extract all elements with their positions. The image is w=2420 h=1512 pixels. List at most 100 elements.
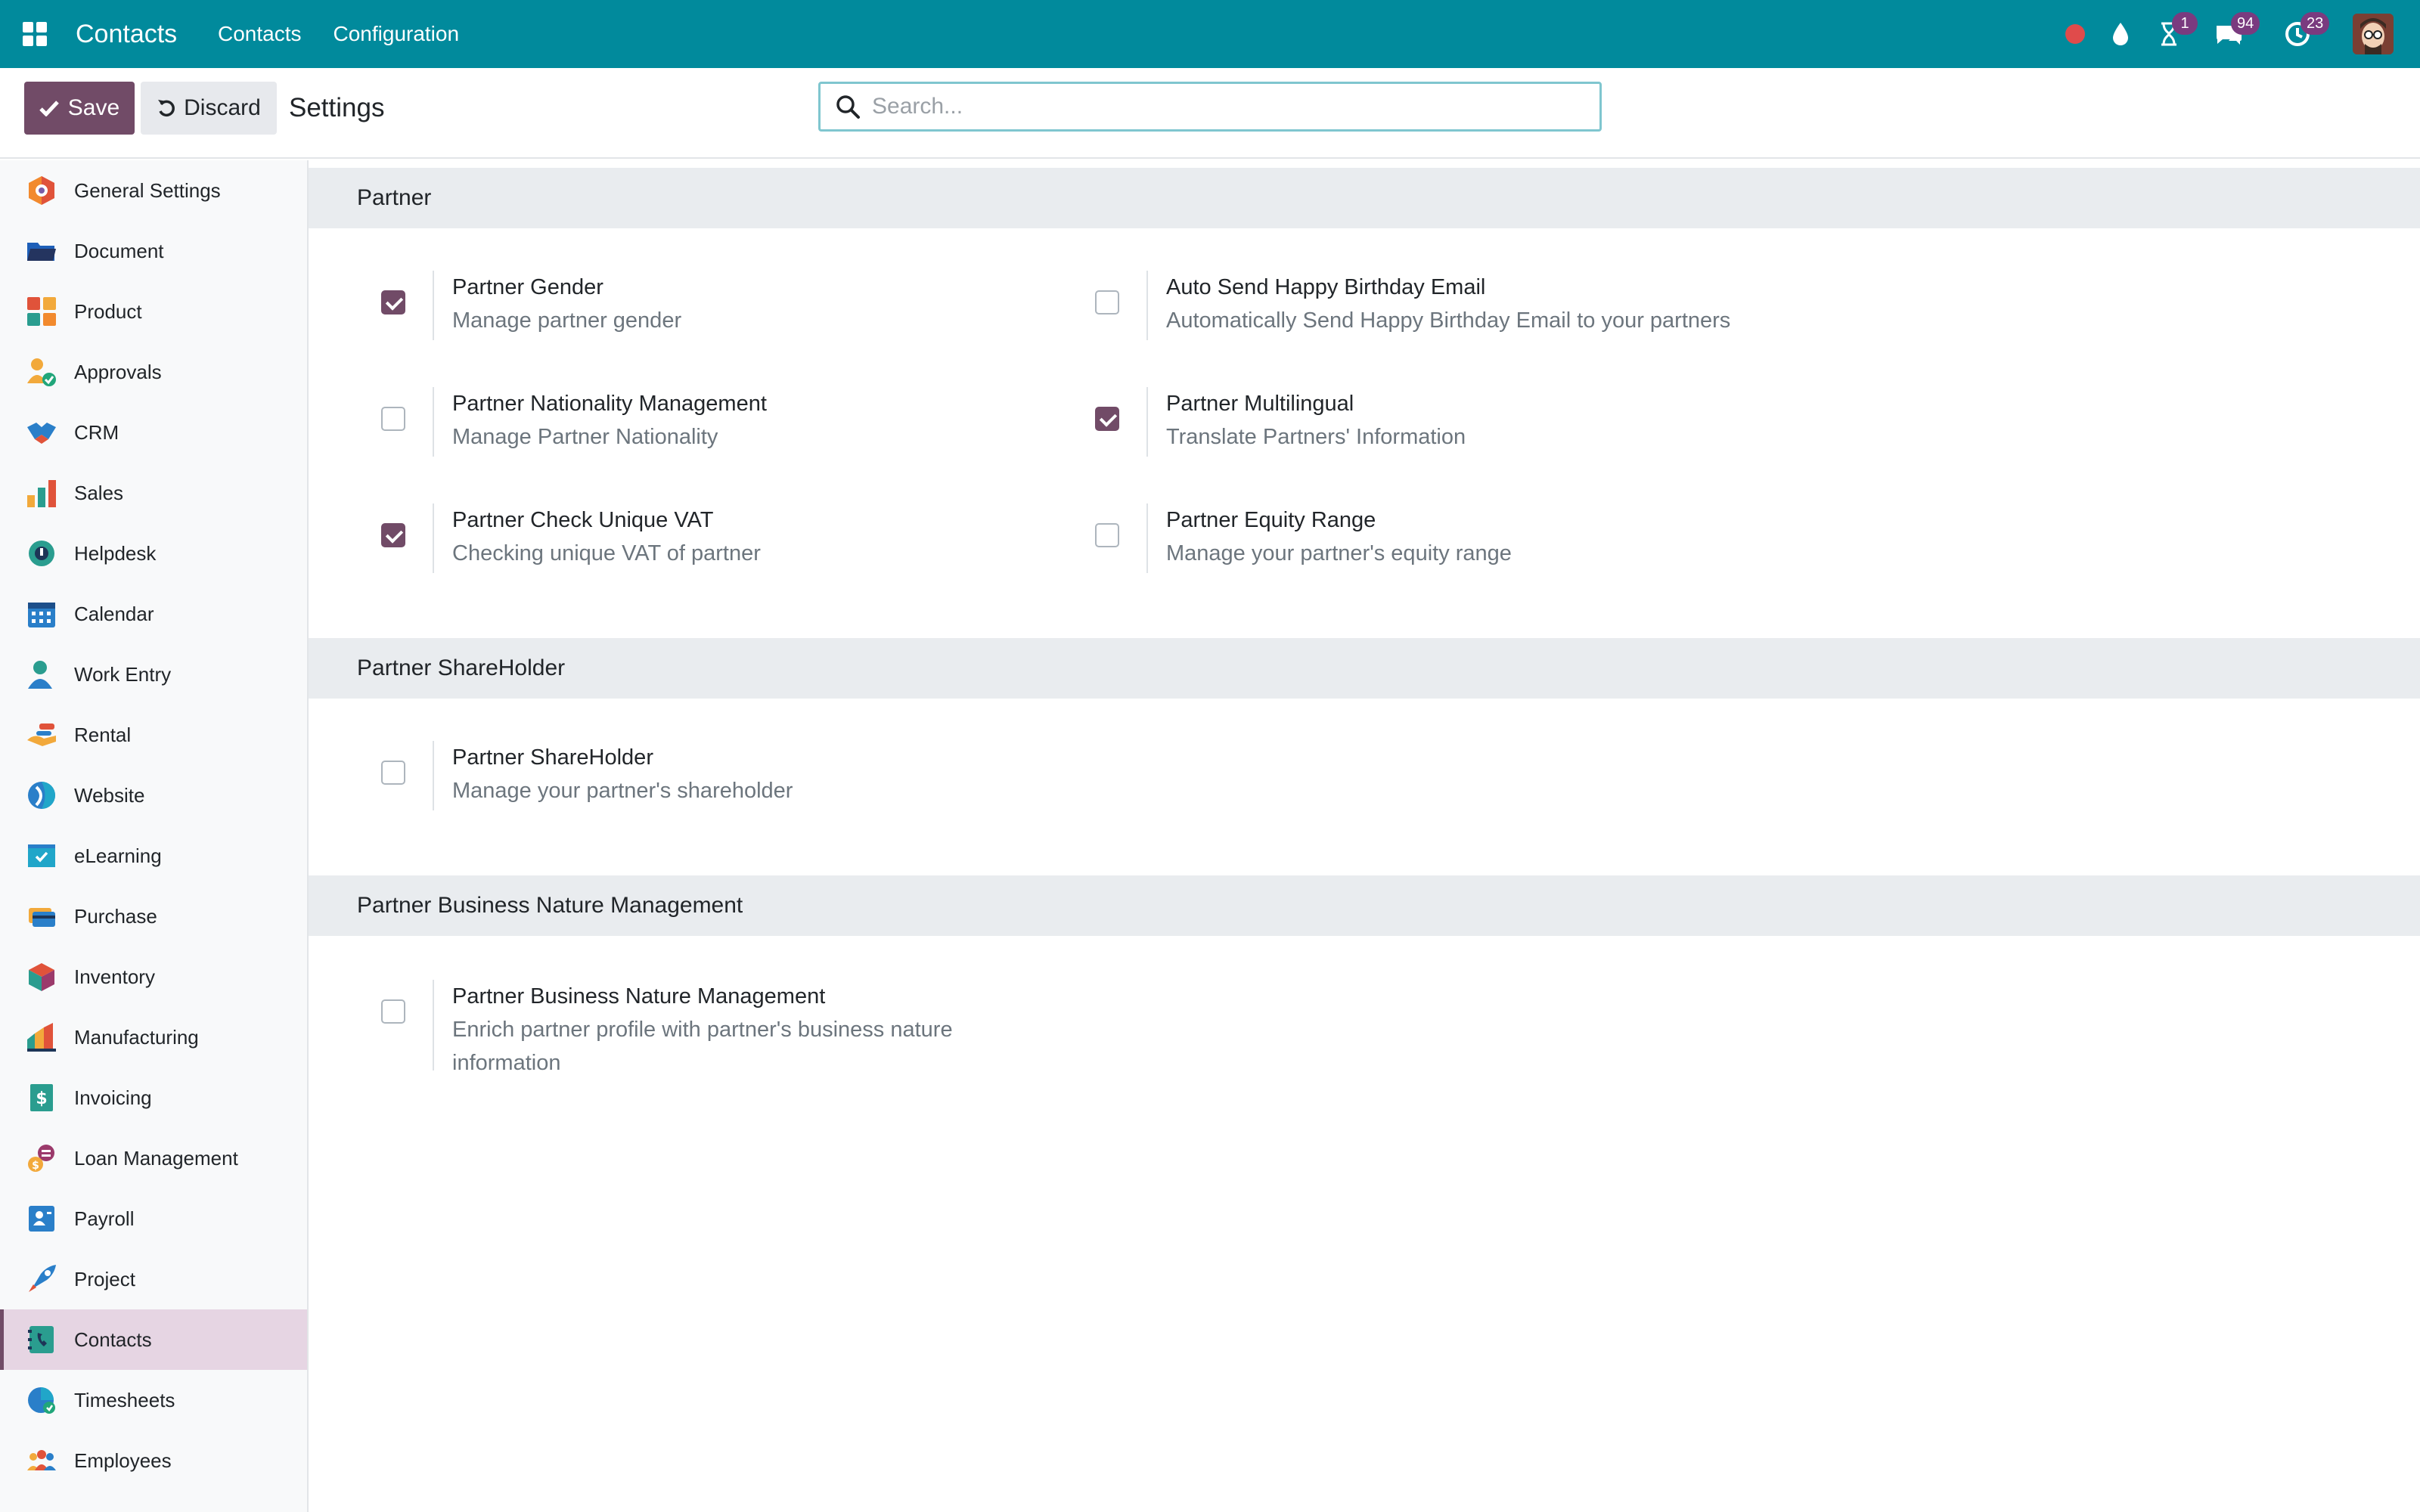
checkbox-partner-gender[interactable] xyxy=(381,290,405,314)
sidebar-item-general-settings[interactable]: General Settings xyxy=(0,160,307,221)
save-label: Save xyxy=(67,95,120,120)
setting-description: Checking unique VAT of partner xyxy=(452,541,761,565)
recording-indicator[interactable] xyxy=(2062,0,2089,68)
control-panel: Save Discard Settings xyxy=(0,68,2420,159)
discard-button[interactable]: Discard xyxy=(141,82,277,135)
divider xyxy=(433,980,434,1070)
checkbox-business-nature-management[interactable] xyxy=(381,999,405,1024)
helpdesk-icon xyxy=(29,541,54,566)
sidebar-item-payroll[interactable]: Payroll xyxy=(0,1188,307,1249)
sidebar-item-label: Invoicing xyxy=(74,1086,152,1109)
sidebar-item-website[interactable]: Website xyxy=(0,765,307,826)
sidebar-item-label: Timesheets xyxy=(74,1388,175,1411)
sidebar-item-employees[interactable]: Employees xyxy=(0,1430,307,1491)
settings-sidebar: General Settings Document Product Approv… xyxy=(0,160,309,1512)
undo-icon xyxy=(158,100,175,117)
sidebar-item-work-entry[interactable]: Work Entry xyxy=(0,644,307,705)
sidebar-item-label: Purchase xyxy=(74,904,157,928)
checkbox-partner-equity-range[interactable] xyxy=(1095,523,1119,547)
sidebar-item-elearning[interactable]: eLearning xyxy=(0,826,307,886)
setting-description: Manage Partner Nationality xyxy=(452,425,718,449)
sidebar-item-product[interactable]: Product xyxy=(0,281,307,342)
sidebar-item-label: Loan Management xyxy=(74,1146,238,1170)
checkbox-partner-shareholder[interactable] xyxy=(381,761,405,785)
divider xyxy=(1146,387,1148,457)
divider xyxy=(1146,503,1148,573)
setting-description: Enrich partner profile with partner's bu… xyxy=(452,1018,953,1075)
document-icon xyxy=(27,243,56,261)
setting-title: Partner Check Unique VAT xyxy=(452,508,714,532)
record-dot-icon xyxy=(2065,24,2085,44)
sidebar-item-label: Approvals xyxy=(74,360,162,383)
messages-menu[interactable]: 94 xyxy=(2211,0,2260,68)
sidebar-item-document[interactable]: Document xyxy=(0,221,307,281)
activity-menu[interactable]: 1 xyxy=(2154,0,2198,68)
main-navbar: Contacts Contacts Configuration 1 94 23 xyxy=(0,0,2420,68)
setting-description: Manage your partner's equity range xyxy=(1166,541,1512,565)
checkbox-auto-birthday-email[interactable] xyxy=(1095,290,1119,314)
sidebar-item-manufacturing[interactable]: Manufacturing xyxy=(0,1007,307,1067)
sidebar-item-timesheets[interactable]: Timesheets xyxy=(0,1370,307,1430)
messages-badge: 94 xyxy=(2231,12,2260,35)
nav-item-contacts[interactable]: Contacts xyxy=(218,18,302,50)
setting-description: Translate Partners' Information xyxy=(1166,425,1466,449)
website-icon xyxy=(28,782,55,809)
page-title: Settings xyxy=(289,93,385,122)
sidebar-item-label: Inventory xyxy=(74,965,155,988)
apps-menu-icon[interactable] xyxy=(23,22,47,46)
sidebar-item-project[interactable]: Project xyxy=(0,1249,307,1309)
activities-badge: 23 xyxy=(2301,12,2330,35)
setting-partner-multilingual: Partner Multilingual Translate Partners'… xyxy=(1022,387,1703,493)
sidebar-item-label: CRM xyxy=(74,420,119,444)
sidebar-item-label: Sales xyxy=(74,481,124,504)
setting-title: Partner Equity Range xyxy=(1166,508,1376,532)
sidebar-item-label: Rental xyxy=(74,723,132,746)
user-menu[interactable] xyxy=(2352,0,2394,68)
divider xyxy=(1146,271,1148,340)
work-entry-icon xyxy=(28,661,52,689)
crm-icon xyxy=(27,423,56,444)
theme-toggle[interactable] xyxy=(2107,0,2134,68)
divider xyxy=(433,271,434,340)
sidebar-item-purchase[interactable]: Purchase xyxy=(0,886,307,947)
sidebar-item-label: Product xyxy=(74,299,142,323)
activities-menu[interactable]: 23 xyxy=(2282,0,2330,68)
checkbox-partner-unique-vat[interactable] xyxy=(381,523,405,547)
sidebar-item-rental[interactable]: Rental xyxy=(0,705,307,765)
setting-partner-shareholder: Partner ShareHolder Manage your partner'… xyxy=(309,741,989,847)
save-button[interactable]: Save xyxy=(24,82,135,135)
app-brand[interactable]: Contacts xyxy=(76,17,177,51)
calendar-icon xyxy=(28,603,55,627)
checkbox-partner-nationality[interactable] xyxy=(381,407,405,431)
setting-partner-equity-range: Partner Equity Range Manage your partner… xyxy=(1022,503,1703,609)
discard-label: Discard xyxy=(184,95,261,120)
sidebar-item-calendar[interactable]: Calendar xyxy=(0,584,307,644)
sidebar-item-label: Helpdesk xyxy=(74,541,157,565)
sidebar-item-sales[interactable]: Sales xyxy=(0,463,307,523)
divider xyxy=(433,741,434,810)
setting-business-nature-management: Partner Business Nature Management Enric… xyxy=(309,980,989,1101)
employees-icon xyxy=(27,1450,56,1470)
nav-item-configuration[interactable]: Configuration xyxy=(334,18,460,50)
setting-title: Partner Multilingual xyxy=(1166,392,1354,416)
setting-title: Auto Send Happy Birthday Email xyxy=(1166,275,1486,299)
sidebar-item-loan-management[interactable]: $ Loan Management xyxy=(0,1128,307,1188)
sidebar-item-label: Payroll xyxy=(74,1207,135,1230)
checkbox-partner-multilingual[interactable] xyxy=(1095,407,1119,431)
sidebar-item-approvals[interactable]: Approvals xyxy=(0,342,307,402)
sidebar-item-label: Calendar xyxy=(74,602,154,625)
search-input[interactable] xyxy=(870,88,1581,125)
sidebar-item-invoicing[interactable]: $ Invoicing xyxy=(0,1067,307,1128)
search-box[interactable] xyxy=(818,82,1602,132)
sidebar-item-crm[interactable]: CRM xyxy=(0,402,307,463)
setting-title: Partner Business Nature Management xyxy=(452,984,826,1009)
elearning-icon xyxy=(28,844,55,867)
setting-title: Partner Nationality Management xyxy=(452,392,767,416)
user-avatar xyxy=(2353,14,2394,54)
sidebar-item-contacts[interactable]: Contacts xyxy=(0,1309,307,1370)
section-header-partner-shareholder: Partner ShareHolder xyxy=(309,638,2420,699)
sidebar-item-helpdesk[interactable]: Helpdesk xyxy=(0,523,307,584)
inventory-icon xyxy=(29,963,54,991)
sidebar-item-label: Work Entry xyxy=(74,662,172,686)
sidebar-item-inventory[interactable]: Inventory xyxy=(0,947,307,1007)
